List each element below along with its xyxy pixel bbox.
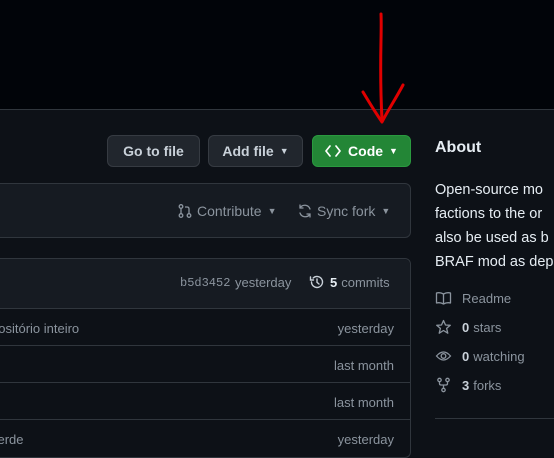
watching-count: 0 — [462, 348, 470, 364]
stars-link[interactable]: 0 stars — [435, 319, 501, 335]
code-icon — [325, 145, 341, 157]
caret-down-icon: ▼ — [389, 146, 398, 156]
file-commit-time: yesterday — [337, 321, 394, 336]
header-divider — [0, 109, 554, 110]
sync-fork-label: Sync fork — [317, 203, 376, 219]
commits-count: 5 — [330, 274, 338, 290]
watching-link[interactable]: 0 watching — [435, 348, 525, 364]
sync-icon — [299, 204, 311, 218]
code-button[interactable]: Code ▼ — [312, 135, 411, 167]
forks-link[interactable]: 3 forks — [435, 377, 501, 393]
readme-link[interactable]: Readme — [435, 290, 511, 306]
stars-count: 0 — [462, 319, 470, 335]
file-list-panel: b5d3452 yesterday 5 commits positório in… — [0, 258, 411, 458]
row-divider — [0, 382, 410, 383]
code-label: Code — [348, 143, 384, 159]
commits-label: commits — [341, 274, 390, 290]
forks-label: forks — [473, 377, 502, 393]
history-icon — [309, 275, 324, 289]
file-commit-message[interactable]: verde — [0, 432, 24, 447]
repo-header-band — [0, 0, 554, 109]
about-description: Open-source mo factions to the or also b… — [435, 178, 553, 274]
row-divider — [0, 419, 410, 420]
annotation-arrow — [361, 12, 405, 124]
add-file-label: Add file — [222, 143, 274, 159]
forks-count: 3 — [462, 377, 470, 393]
git-pull-request-icon — [178, 204, 192, 218]
stars-label: stars — [473, 319, 502, 335]
description-line: BRAF mod as dep — [435, 254, 554, 270]
description-line: Open-source mo — [435, 182, 543, 198]
row-divider — [0, 345, 410, 346]
go-to-file-label: Go to file — [123, 143, 184, 159]
book-icon — [435, 292, 452, 305]
latest-commit-bar: b5d3452 yesterday 5 commits — [0, 259, 410, 309]
contribute-dropdown[interactable]: Contribute ▼ — [177, 203, 277, 219]
file-commit-message[interactable]: positório inteiro — [0, 321, 79, 336]
about-divider — [435, 418, 554, 419]
repo-forked-icon — [437, 377, 450, 393]
watching-label: watching — [473, 348, 525, 364]
description-line: also be used as b — [435, 230, 549, 246]
caret-down-icon: ▼ — [279, 146, 289, 156]
star-icon — [436, 319, 451, 334]
contribute-label: Contribute — [197, 203, 262, 219]
commits-link[interactable]: 5 commits — [309, 274, 390, 290]
about-heading: About — [435, 139, 482, 156]
description-line: factions to the or — [435, 206, 543, 222]
commit-hash[interactable]: b5d3452 — [180, 276, 230, 290]
commit-time: yesterday — [235, 275, 292, 290]
go-to-file-button[interactable]: Go to file — [107, 135, 200, 167]
add-file-button[interactable]: Add file ▼ — [208, 135, 303, 167]
fork-status-panel: Contribute ▼ Sync fork ▼ — [0, 183, 411, 238]
caret-down-icon: ▼ — [267, 206, 277, 216]
caret-down-icon: ▼ — [381, 206, 391, 216]
file-commit-time: last month — [334, 358, 394, 373]
readme-label: Readme — [462, 290, 512, 306]
sync-fork-dropdown[interactable]: Sync fork ▼ — [297, 203, 390, 219]
eye-icon — [435, 351, 452, 361]
file-commit-time: last month — [334, 395, 394, 410]
file-commit-time: yesterday — [337, 432, 394, 447]
